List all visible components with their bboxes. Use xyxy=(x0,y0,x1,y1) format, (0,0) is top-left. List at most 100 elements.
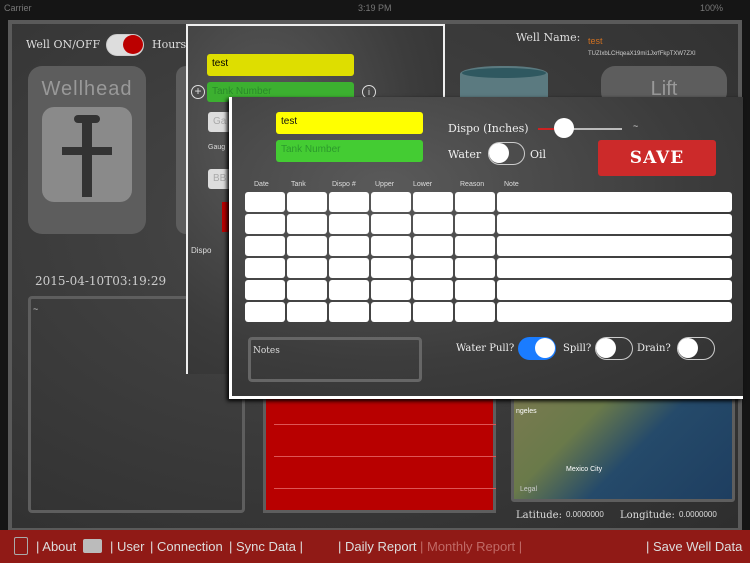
grid-cell[interactable] xyxy=(413,302,453,322)
back-dispo-label: Dispo xyxy=(191,246,212,255)
well-name-label: Well Name: xyxy=(516,31,581,44)
grid-cell[interactable] xyxy=(287,214,327,234)
column-header-lower: Lower xyxy=(413,181,433,188)
grid-cell[interactable] xyxy=(497,214,732,234)
grid-cell[interactable] xyxy=(329,192,369,212)
back-name-field[interactable]: test xyxy=(207,54,354,76)
grid-cell[interactable] xyxy=(245,236,285,256)
disposition-grid xyxy=(244,192,736,325)
column-header-dispo: Dispo # xyxy=(332,181,356,188)
longitude-label: Longitude: xyxy=(620,510,675,521)
grid-cell[interactable] xyxy=(287,192,327,212)
save-button[interactable]: SAVE xyxy=(598,140,716,176)
grid-cell[interactable] xyxy=(413,236,453,256)
grid-cell[interactable] xyxy=(455,258,495,278)
well-id: TUZIxbLCHqeaX19mi1JxrfFkpTXW7ZXI xyxy=(588,51,696,57)
grid-cell[interactable] xyxy=(287,258,327,278)
grid-cell[interactable] xyxy=(455,302,495,322)
latitude-value: 0.0000000 xyxy=(566,510,604,519)
well-toggle-label: Well ON/OFF xyxy=(26,38,101,51)
column-header-date: Date xyxy=(254,181,269,188)
grid-cell[interactable] xyxy=(245,302,285,322)
well-toggle[interactable] xyxy=(106,34,144,56)
grid-cell[interactable] xyxy=(245,280,285,300)
grid-cell[interactable] xyxy=(287,280,327,300)
status-bar: Carrier 3:19 PM 100% xyxy=(0,0,750,15)
trash-icon[interactable] xyxy=(14,537,28,555)
grid-cell[interactable] xyxy=(329,214,369,234)
grid-cell[interactable] xyxy=(245,258,285,278)
grid-cell[interactable] xyxy=(371,258,411,278)
carrier: Carrier xyxy=(4,3,32,13)
daily-report-button[interactable]: | Daily Report xyxy=(338,539,417,554)
tank-number-field[interactable]: Tank Number xyxy=(276,140,423,162)
grid-cell[interactable] xyxy=(455,214,495,234)
grid-cell[interactable] xyxy=(329,236,369,256)
grid-cell[interactable] xyxy=(371,236,411,256)
grid-cell[interactable] xyxy=(329,280,369,300)
name-field[interactable]: test xyxy=(276,112,423,134)
grid-cell[interactable] xyxy=(413,258,453,278)
map-legal-link[interactable]: Legal xyxy=(520,486,537,493)
column-header-upper: Upper xyxy=(375,181,395,188)
drain-toggle[interactable] xyxy=(677,337,715,360)
sync-data-button[interactable]: | Sync Data | xyxy=(229,539,303,554)
red-list-panel[interactable] xyxy=(263,393,496,513)
tank-icon xyxy=(460,66,548,100)
connection-button[interactable]: | Connection xyxy=(150,539,223,554)
dispo-slider[interactable] xyxy=(538,118,622,138)
disposition-popup: test Tank Number Dispo (Inches) ~ Water … xyxy=(229,97,743,399)
grid-cell[interactable] xyxy=(413,214,453,234)
grid-cell[interactable] xyxy=(245,192,285,212)
grid-cell[interactable] xyxy=(371,214,411,234)
grid-cell[interactable] xyxy=(371,280,411,300)
back-gauge-label: Gaug xyxy=(208,144,226,151)
hours-label: Hours xyxy=(152,38,187,51)
water-pull-label: Water Pull? xyxy=(456,343,515,354)
map-view[interactable]: ngeles Mexico City Legal xyxy=(511,393,735,502)
grid-cell[interactable] xyxy=(371,302,411,322)
timestamp: 2015-04-10T03:19:29 xyxy=(35,274,167,288)
longitude-value: 0.0000000 xyxy=(679,510,717,519)
map-label: ngeles xyxy=(516,408,537,415)
spill-toggle[interactable] xyxy=(595,337,633,360)
water-label: Water xyxy=(448,148,482,161)
grid-cell[interactable] xyxy=(455,236,495,256)
drain-label: Drain? xyxy=(637,343,671,354)
grid-cell[interactable] xyxy=(497,302,732,322)
column-header-tank: Tank xyxy=(291,181,306,188)
about-button[interactable]: | About xyxy=(36,539,76,554)
column-header-note: Note xyxy=(504,181,519,188)
grid-cell[interactable] xyxy=(371,192,411,212)
latitude-label: Latitude: xyxy=(516,510,562,521)
grid-cell[interactable] xyxy=(329,302,369,322)
wellhead-icon xyxy=(42,107,132,202)
grid-cell[interactable] xyxy=(329,258,369,278)
dispo-label: Dispo (Inches) xyxy=(448,122,529,135)
grid-cell[interactable] xyxy=(455,192,495,212)
monthly-report-button[interactable]: | Monthly Report | xyxy=(420,539,522,554)
grid-cell[interactable] xyxy=(497,192,732,212)
add-icon[interactable]: + xyxy=(191,85,205,99)
wellhead-tile[interactable]: Wellhead xyxy=(28,66,146,234)
user-button[interactable]: | User xyxy=(110,539,144,554)
oil-label: Oil xyxy=(530,148,547,161)
grid-cell[interactable] xyxy=(455,280,495,300)
grid-cell[interactable] xyxy=(413,280,453,300)
grid-cell[interactable] xyxy=(287,236,327,256)
grid-cell[interactable] xyxy=(413,192,453,212)
map-label: Mexico City xyxy=(566,466,603,473)
grid-cell[interactable] xyxy=(497,280,732,300)
grid-cell[interactable] xyxy=(287,302,327,322)
save-well-data-button[interactable]: | Save Well Data xyxy=(646,539,742,554)
camera-icon[interactable] xyxy=(83,539,102,553)
water-oil-toggle[interactable] xyxy=(488,142,525,165)
grid-cell[interactable] xyxy=(245,214,285,234)
water-pull-toggle[interactable] xyxy=(518,337,556,360)
notes-field[interactable]: Notes xyxy=(248,337,422,382)
battery: 100% xyxy=(700,3,724,13)
grid-cell[interactable] xyxy=(497,258,732,278)
well-name-value: test xyxy=(588,36,603,46)
wellhead-label: Wellhead xyxy=(41,78,133,100)
grid-cell[interactable] xyxy=(497,236,732,256)
